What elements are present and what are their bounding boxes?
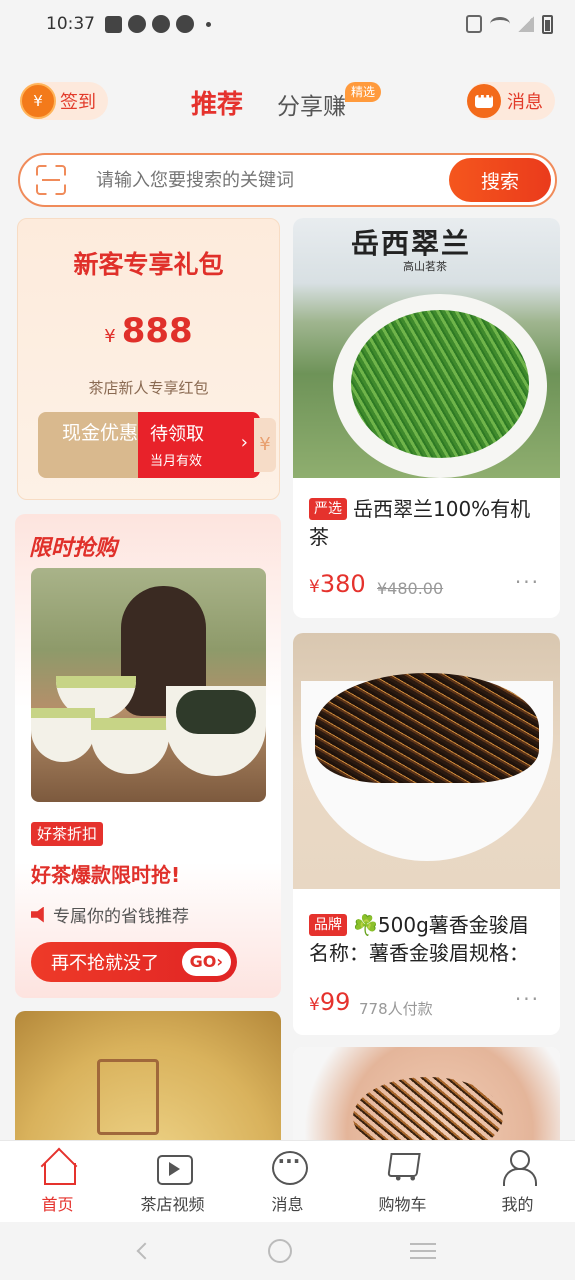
product-price: ¥99 (309, 988, 350, 1016)
messages-label: 消息 (507, 92, 543, 113)
chevron-right-icon: › (240, 432, 248, 453)
product-feed[interactable]: 新客专享礼包 ¥888 茶店新人专享红包 现金优惠 待领取 当月有效 › ¥ 限… (0, 218, 575, 1140)
product-card[interactable]: 岳西翠兰 高山茗茶 严选 岳西翠兰100%有机茶 ¥380 ¥480.00 ··· (293, 218, 560, 618)
puerh-product-image[interactable] (15, 1011, 281, 1140)
flash-sale-description-text: 专属你的省钱推荐 (53, 907, 189, 927)
tab-share-earn[interactable]: 分享赚 (277, 87, 346, 121)
notification-icon (176, 15, 194, 33)
search-button[interactable]: 搜索 (449, 158, 551, 202)
battery-icon (542, 14, 553, 34)
select-tag: 严选 (309, 498, 347, 520)
speaker-icon (31, 906, 44, 923)
menu-icon[interactable] (410, 1243, 437, 1259)
nav-item-video[interactable]: 茶店视频 (115, 1141, 230, 1222)
nav-label: 购物车 (378, 1195, 427, 1214)
more-notifications-icon (206, 21, 211, 27)
gift-amount: ¥888 (18, 311, 279, 351)
system-icons (466, 14, 553, 34)
product-image[interactable] (293, 633, 560, 889)
home-icon (40, 1149, 76, 1185)
messages-button[interactable]: 消息 (467, 82, 555, 120)
profile-icon (500, 1149, 537, 1186)
coupon-tail: ¥ (254, 418, 276, 472)
more-options-icon[interactable]: ··· (515, 987, 540, 1011)
nav-label: 我的 (501, 1195, 534, 1214)
status-time: 10:37 (46, 14, 95, 34)
brand-tag: 品牌 (309, 914, 347, 936)
nav-item-cart[interactable]: 购物车 (345, 1141, 460, 1222)
back-icon[interactable] (136, 1242, 154, 1260)
flash-sale-card[interactable]: 限时抢购 好茶折扣 好茶爆款限时抢! 专属你的省钱推荐 再不抢就没了 GO› (15, 514, 281, 998)
product-title: 品牌 ☘️500g薯香金骏眉名称：薯香金骏眉规格： (309, 911, 546, 967)
message-icon (270, 1149, 308, 1185)
more-options-icon[interactable]: ··· (515, 570, 540, 594)
chat-icon (467, 84, 501, 118)
original-price: ¥480.00 (377, 579, 444, 598)
nav-label: 消息 (271, 1195, 304, 1214)
nav-item-messages[interactable]: 消息 (230, 1141, 345, 1222)
brand-calligraphy: 岳西翠兰 (351, 227, 472, 260)
flash-sale-title: 限时抢购 (29, 536, 118, 561)
bottom-nav: 首页 茶店视频 消息 购物车 我的 (0, 1140, 575, 1222)
brand-subtext: 高山茗茶 (403, 260, 447, 273)
product-title: 严选 岳西翠兰100%有机茶 (309, 495, 546, 551)
gift-amount-value: 888 (121, 311, 193, 351)
status-bar: 10:37 (0, 0, 575, 48)
discount-tag: 好茶折扣 (31, 822, 104, 846)
top-header: ¥ 签到 推荐 分享赚 精选 消息 (0, 72, 575, 130)
signal-icon (518, 16, 534, 32)
flash-sale-headline: 好茶爆款限时抢! (31, 863, 181, 887)
grab-now-label: 再不抢就没了 (51, 953, 159, 974)
coupon-claim-button[interactable]: 待领取 当月有效 › (138, 412, 260, 478)
notification-icon (128, 15, 146, 33)
new-customer-gift-card[interactable]: 新客专享礼包 ¥888 茶店新人专享红包 现金优惠 待领取 当月有效 › ¥ (17, 218, 280, 500)
grab-now-button[interactable]: 再不抢就没了 GO› (31, 942, 237, 982)
vibrate-icon (466, 15, 482, 33)
home-circle-icon[interactable] (268, 1239, 293, 1263)
buyer-count: 778人付款 (359, 1000, 433, 1018)
flash-sale-description: 专属你的省钱推荐 (31, 902, 189, 927)
notification-icon (152, 15, 170, 33)
scan-icon[interactable] (36, 165, 66, 195)
wifi-icon (490, 17, 510, 31)
notification-icon (105, 15, 122, 33)
system-nav-bar (0, 1222, 575, 1280)
gift-subtitle: 茶店新人专享红包 (88, 379, 209, 397)
price-value: 99 (319, 988, 351, 1016)
featured-badge: 精选 (345, 82, 382, 102)
checkin-button[interactable]: ¥ 签到 (20, 82, 108, 120)
product-price: ¥380 (309, 570, 366, 598)
nav-item-profile[interactable]: 我的 (460, 1141, 575, 1222)
currency-symbol: ¥ (104, 326, 116, 347)
currency-symbol: ¥ (309, 995, 320, 1015)
coupon-left-label: 现金优惠 (38, 412, 138, 478)
seal-stamp-icon (97, 1059, 159, 1135)
nav-label: 首页 (41, 1195, 74, 1214)
price-value: 380 (319, 570, 366, 598)
notification-icons (105, 15, 211, 33)
search-input[interactable] (96, 169, 449, 191)
coin-icon: ¥ (20, 83, 56, 119)
checkin-label: 签到 (60, 92, 96, 113)
gift-title: 新客专享礼包 (73, 250, 224, 279)
tab-recommend[interactable]: 推荐 (191, 84, 243, 121)
nav-item-home[interactable]: 首页 (0, 1141, 115, 1222)
product-image[interactable]: 岳西翠兰 高山茗茶 (293, 218, 560, 478)
cart-icon (385, 1149, 421, 1188)
product-card[interactable]: 品牌 ☘️500g薯香金骏眉名称：薯香金骏眉规格： ¥99 778人付款 ··· (293, 633, 560, 1035)
go-badge: GO› (181, 948, 231, 976)
product-card[interactable] (293, 1047, 560, 1140)
video-icon (155, 1149, 193, 1185)
search-bar: 搜索 (18, 153, 557, 207)
nav-label: 茶店视频 (140, 1195, 205, 1214)
flash-sale-image[interactable] (31, 568, 266, 802)
currency-symbol: ¥ (309, 577, 320, 597)
product-image[interactable] (293, 1047, 560, 1140)
coupon-claim[interactable]: 现金优惠 待领取 当月有效 › (38, 412, 260, 478)
